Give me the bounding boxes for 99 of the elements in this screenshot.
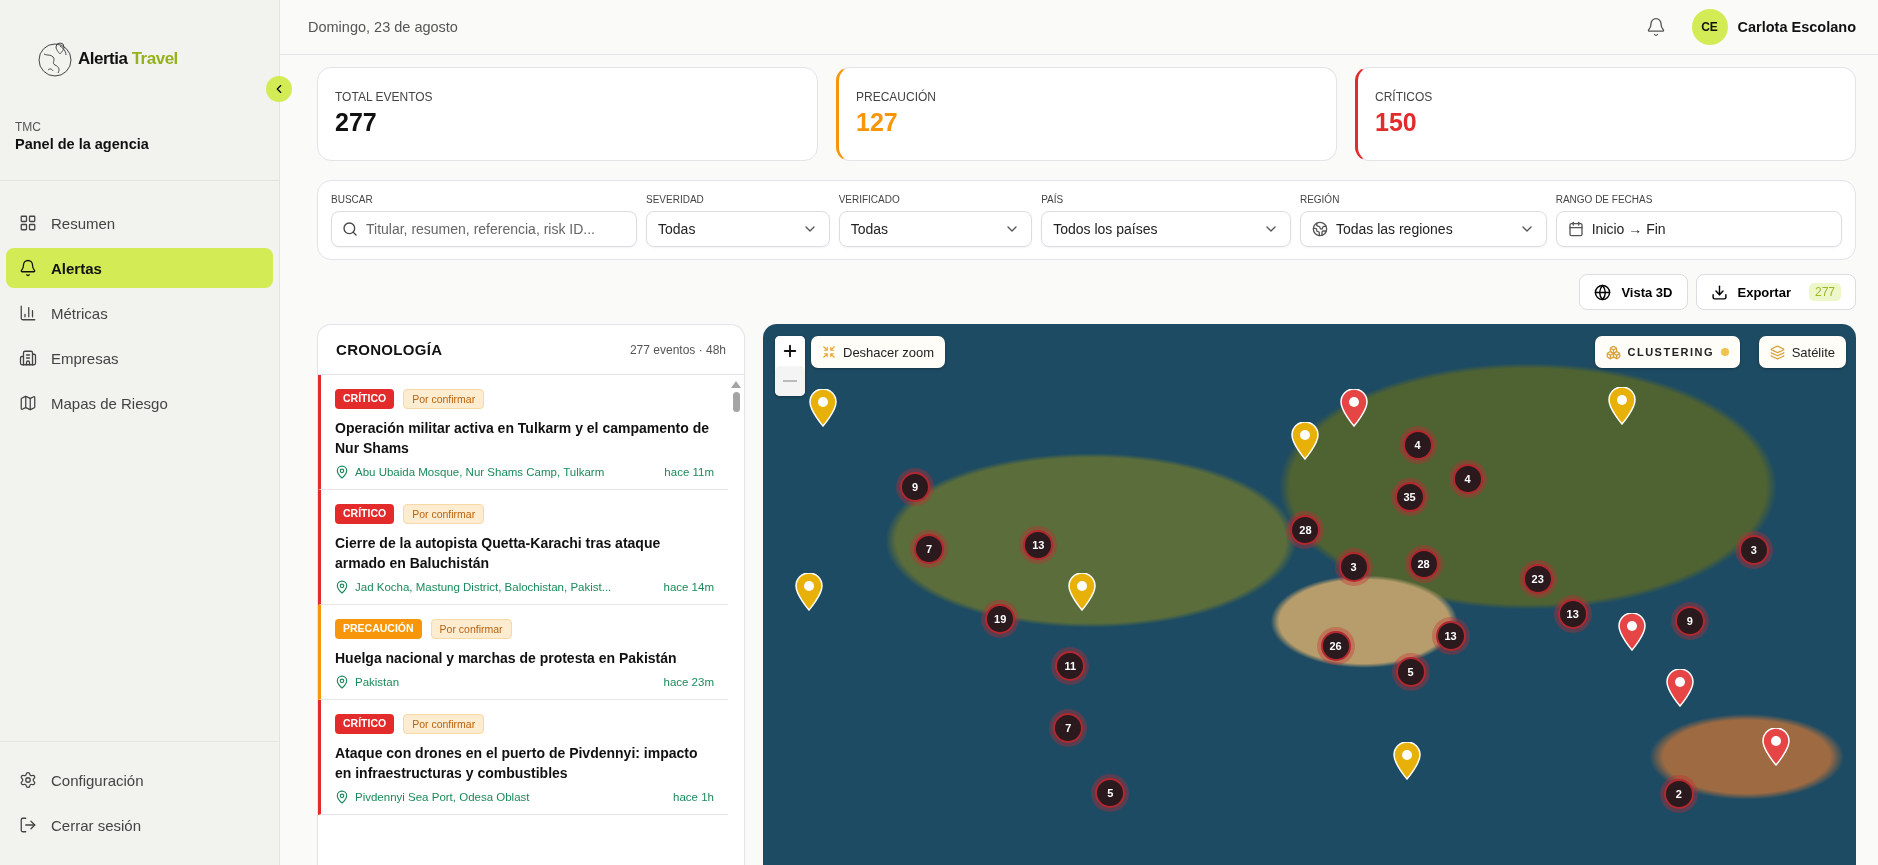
globe-icon [1311,221,1328,237]
nav-item[interactable]: Métricas [6,293,273,333]
event-title: Huelga nacional y marchas de protesta en Pakistán [335,649,678,668]
location-pin-icon [335,580,349,594]
severity-badge: PRECAUCIÓN [335,619,422,639]
event-title: Operación militar activa en Tulkarm y el campamento de Nur Shams [335,419,710,458]
zoom-in-button[interactable] [775,336,805,366]
date-label: Domingo, 23 de agosto [308,19,459,35]
map-pin-icon[interactable] [1291,422,1320,461]
timeline-item[interactable]: CRÍTICO Por confirmar Cierre de la autopista Quetta-Karachi tras ataque armado en Baluchistán Jad Kocha, Mastung District, Balochistan, Pakist... hace 14m [318,490,728,605]
satellite-layer-button[interactable]: Satélite [1758,336,1846,368]
nav-item[interactable]: Mapas de Riesgo [6,383,273,423]
stat-label: PRECAUCIÓN [856,90,937,104]
location-pin-icon [335,675,349,689]
filter-label: BUSCAR [331,194,374,205]
globe-icon [1594,283,1612,301]
status-badge: Por confirmar [430,619,512,639]
timeline-item[interactable]: CRÍTICO Por confirmar Operación militar activa en Tulkarm y el campamento de Nur Shams Abu Ubaida Mosque, Nur Shams Camp, Tulkarm hace 11m [318,375,728,490]
event-title: Cierre de la autopista Quetta-Karachi tras ataque armado en Baluchistán [335,534,662,573]
shrink-icon [822,345,836,359]
export-button[interactable]: Exportar 277 [1695,274,1856,310]
globe-logo-icon [36,40,74,78]
nav-item[interactable]: Configuración [6,760,273,800]
event-time: hace 1h [673,791,714,803]
bell-icon [19,259,37,277]
event-location: Jad Kocha, Mastung District, Balochistan, Pakist... [355,581,613,593]
org-type: TMC [15,120,42,134]
map-pin-icon[interactable] [795,573,824,611]
event-location: Pakistan [355,676,401,688]
map-pin-icon[interactable] [1607,387,1636,426]
stat-value: 277 [335,108,378,137]
user-avatar[interactable]: CE [1691,9,1728,45]
settings-icon [19,771,37,789]
stat-value: 127 [856,108,899,137]
search-field[interactable]: Titular, resumen, referencia, risk ID... [331,211,638,247]
date-range-field[interactable]: Inicio → Fin [1555,211,1842,247]
timeline-summary: 277 eventos · 48h [629,342,726,357]
calendar-icon [1567,221,1584,237]
bar-chart-icon [19,304,37,322]
map-icon [19,394,37,412]
map-pin-icon[interactable] [1339,389,1368,428]
minus-icon [783,380,797,382]
brand-name: Alertia Travel [78,49,178,69]
download-icon [1710,283,1728,301]
event-time: hace 23m [663,676,714,688]
search-icon [342,221,358,237]
stat-label: CRÍTICOS [1375,90,1434,104]
event-time: hace 11m [664,466,714,478]
notifications-bell-icon[interactable] [1645,17,1666,37]
event-location: Abu Ubaida Mosque, Nur Shams Camp, Tulkarm [355,466,606,478]
building-icon [19,349,37,367]
map-pin-icon[interactable] [1665,669,1694,708]
map-pin-icon[interactable] [1761,727,1790,766]
map-pin-icon[interactable] [809,389,838,428]
select-dropdown[interactable]: Todas [646,211,830,247]
nav-item[interactable]: Empresas [6,338,273,378]
filter-label: RANGO DE FECHAS [1555,194,1654,205]
status-badge: Por confirmar [403,389,485,409]
nav-item[interactable]: Resumen [6,203,273,243]
select-dropdown[interactable]: Todas las regiones [1299,211,1547,247]
severity-badge: CRÍTICO [335,714,395,734]
severity-badge: CRÍTICO [335,389,395,409]
stat-label: TOTAL EVENTOS [335,90,434,104]
scrollbar-thumb[interactable] [732,392,740,412]
severity-badge: CRÍTICO [335,504,395,524]
location-pin-icon [335,465,349,479]
clusters-icon [1605,344,1621,360]
timeline-item[interactable]: CRÍTICO Por confirmar Ataque con drones en el puerto de Pivdennyi: impacto en infraestructuras y combustibles Pivdennyi Sea Port, Odesa Oblast hace 1h [318,700,728,815]
export-count: 277 [1808,283,1841,301]
timeline-title: CRONOLOGÍA [336,341,443,358]
undo-zoom-button[interactable]: Deshacer zoom [811,336,946,368]
status-badge: Por confirmar [403,504,485,524]
location-pin-icon [335,790,349,804]
grid-icon [19,214,37,232]
filter-label: REGIÓN [1299,194,1341,205]
layers-icon [1769,344,1785,360]
filter-label: VERIFICADO [838,194,901,205]
user-name: Carlota Escolano [1737,19,1856,35]
select-dropdown[interactable]: Todas [838,211,1033,247]
select-dropdown[interactable]: Todos los países [1041,211,1291,247]
timeline-item[interactable]: PRECAUCIÓN Por confirmar Huelga nacional y marchas de protesta en Pakistán Pakistan hace 23m [318,605,728,700]
nav-item[interactable]: Cerrar sesión [6,805,273,845]
plus-icon [781,342,799,360]
map-pin-icon[interactable] [1617,613,1646,652]
filter-label: SEVERIDAD [646,194,705,205]
status-badge: Por confirmar [403,714,485,734]
nav-item[interactable]: Alertas [6,248,273,288]
stat-value: 150 [1375,108,1418,137]
event-title: Ataque con drones en el puerto de Pivdennyi: impacto en infraestructuras y combustibles [335,744,699,783]
filter-label: PAÍS [1041,194,1065,205]
org-title: Panel de la agencia [15,136,150,152]
view-3d-button[interactable]: Vista 3D [1579,274,1688,310]
event-location: Pivdennyi Sea Port, Odesa Oblast [355,791,531,803]
collapse-sidebar-button[interactable] [266,76,292,102]
logout-icon [19,816,37,834]
clustering-toggle[interactable]: CLUSTERING [1594,336,1740,368]
event-time: hace 14m [663,581,714,593]
map-pin-icon[interactable] [1068,573,1097,611]
map-pin-icon[interactable] [1392,742,1421,781]
